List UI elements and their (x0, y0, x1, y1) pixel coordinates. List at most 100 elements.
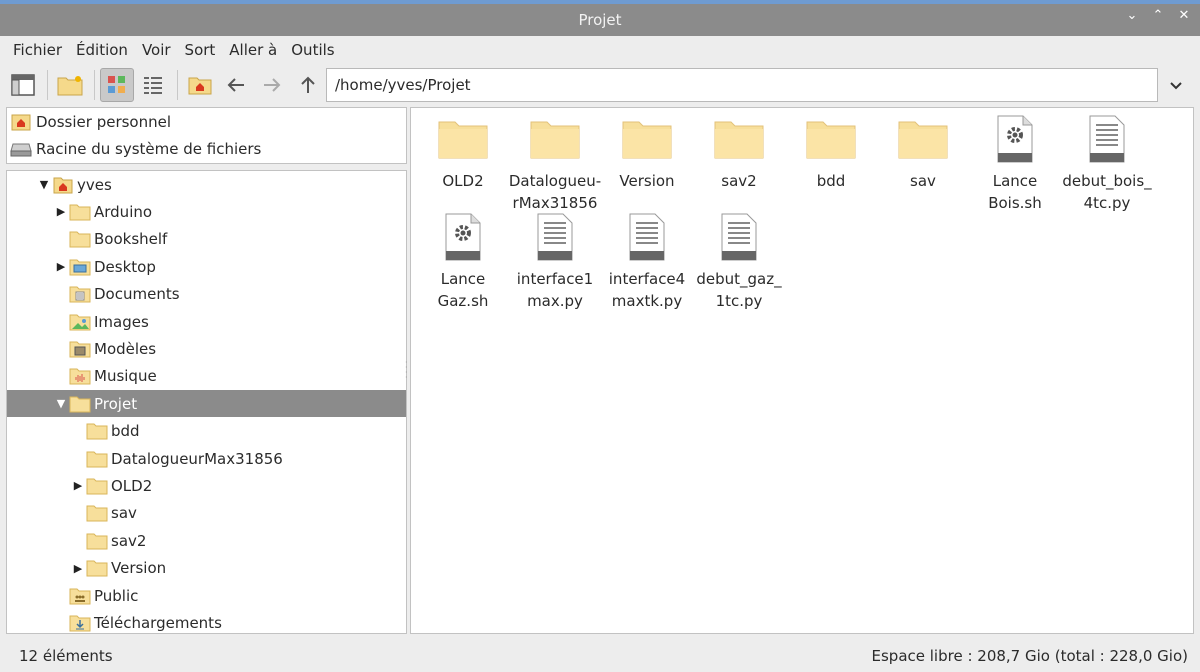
place-home[interactable]: Dossier personnel (7, 108, 406, 135)
status-bar: 12 éléments Espace libre : 208,7 Gio (to… (0, 640, 1200, 672)
new-window-button[interactable] (6, 68, 40, 102)
place-label: Dossier personnel (36, 112, 172, 131)
tree-item-public[interactable]: Public (7, 582, 406, 609)
tree-item-version[interactable]: ▶ Version (7, 555, 406, 582)
menu-sort[interactable]: Sort (178, 41, 223, 59)
arrow-left-icon (227, 78, 244, 92)
toolbar-separator (94, 70, 95, 100)
path-history-dropdown[interactable] (1162, 72, 1190, 100)
file-name: interface1 max.py (516, 270, 594, 310)
tree-item-bookshelf[interactable]: Bookshelf (7, 226, 406, 253)
tree-item-t-l-chargements[interactable]: Téléchargements (7, 609, 406, 633)
tree-item-label: sav2 (111, 531, 147, 550)
tree-item-old2[interactable]: ▶ OLD2 (7, 472, 406, 499)
window-title: Projet (578, 11, 622, 29)
chevron-down-icon (1170, 82, 1182, 90)
folder-icon (85, 476, 109, 496)
tree-item-mod-les[interactable]: Modèles (7, 335, 406, 362)
path-input[interactable]: /home/yves/Projet (326, 68, 1158, 102)
home-button[interactable] (183, 68, 217, 102)
folder-item[interactable]: bdd (785, 112, 877, 192)
tree-item-documents[interactable]: Documents (7, 281, 406, 308)
drive-icon (10, 140, 32, 158)
tree-item-label: DatalogueurMax31856 (111, 449, 283, 468)
file-item[interactable]: interface1 max.py (509, 210, 601, 312)
folder-icon (806, 112, 856, 166)
tree-item-label: Images (94, 312, 149, 331)
folder-item[interactable]: Datalogueu- rMax31856 (509, 112, 601, 214)
file-item[interactable]: Lance Bois.sh (969, 112, 1061, 214)
maximize-button[interactable]: ⌃ (1150, 8, 1166, 23)
folder-item[interactable]: Version (601, 112, 693, 192)
tree-item-arduino[interactable]: ▶ Arduino (7, 198, 406, 225)
menu-edition[interactable]: Édition (69, 41, 135, 59)
file-name: Lance Bois.sh (988, 172, 1042, 212)
tree-item-musique[interactable]: Musique (7, 363, 406, 390)
new-folder-button[interactable] (53, 68, 87, 102)
tree-item-yves[interactable]: ▼ yves (7, 171, 406, 198)
path-text[interactable]: /home/yves/Projet (335, 76, 471, 94)
text-file-icon (537, 210, 573, 264)
icon-view-button[interactable] (100, 68, 134, 102)
text-file-icon (629, 210, 665, 264)
folder-icon (714, 112, 764, 166)
folder-icon (85, 449, 109, 469)
icon-view-icon (108, 76, 125, 93)
expanded-arrow-icon[interactable]: ▼ (54, 397, 68, 410)
tree-item-label: Documents (94, 285, 180, 304)
back-button[interactable] (219, 68, 253, 102)
menu-outils[interactable]: Outils (284, 41, 341, 59)
tree-item-sav[interactable]: sav (7, 500, 406, 527)
tree-item-projet[interactable]: ▼ Projet (7, 390, 406, 418)
home-icon (51, 175, 75, 195)
folder-icon (85, 558, 109, 578)
file-name: debut_gaz_ 1tc.py (696, 270, 782, 310)
folder-item[interactable]: sav2 (693, 112, 785, 192)
file-item[interactable]: Lance Gaz.sh (417, 210, 509, 312)
collapsed-arrow-icon[interactable]: ▶ (71, 479, 85, 492)
tree-item-label: Version (111, 559, 167, 578)
folder-icon (622, 112, 672, 166)
arrow-up-icon (301, 76, 315, 93)
file-item[interactable]: interface4 maxtk.py (601, 210, 693, 312)
list-view-icon (144, 77, 162, 94)
tree-item-bdd[interactable]: bdd (7, 418, 406, 445)
tree-item-label: Modèles (94, 339, 157, 358)
expanded-arrow-icon[interactable]: ▼ (37, 178, 51, 191)
list-view-button[interactable] (136, 68, 170, 102)
folder-item[interactable]: sav (877, 112, 969, 192)
place-root[interactable]: Racine du système de fichiers (7, 135, 406, 162)
file-view: OLD2 Datalogueu- rMax31856 Version sav2 bdd s… (410, 107, 1194, 634)
tree-item-desktop[interactable]: ▶ Desktop (7, 253, 406, 280)
tree-item-label: sav (111, 504, 137, 523)
text-file-icon (1089, 112, 1125, 166)
collapsed-arrow-icon[interactable]: ▶ (54, 205, 68, 218)
tree-item-label: OLD2 (111, 476, 153, 495)
text-file-icon (721, 210, 757, 264)
toolbar-separator (47, 70, 48, 100)
tree-item-label: Téléchargements (94, 613, 222, 632)
tree-item-sav2[interactable]: sav2 (7, 527, 406, 554)
folder-item[interactable]: OLD2 (417, 112, 509, 192)
documents-icon (68, 284, 92, 304)
tree-item-datalogueurmax31856[interactable]: DatalogueurMax31856 (7, 445, 406, 472)
forward-button[interactable] (255, 68, 289, 102)
file-item[interactable]: debut_gaz_ 1tc.py (693, 210, 785, 312)
folder-icon (68, 202, 92, 222)
title-bar[interactable]: Projet ⌄ ⌃ ✕ (0, 0, 1200, 36)
directory-tree: ▼ yves ▶ Arduino Bookshelf ▶ Desktop Documents I… (6, 170, 407, 634)
close-button[interactable]: ✕ (1176, 8, 1192, 23)
minimize-button[interactable]: ⌄ (1124, 8, 1140, 23)
collapsed-arrow-icon[interactable]: ▶ (71, 562, 85, 575)
file-name: debut_bois_ 4tc.py (1062, 172, 1152, 212)
menu-fichier[interactable]: Fichier (6, 41, 69, 59)
file-item[interactable]: debut_bois_ 4tc.py (1061, 112, 1153, 214)
folder-icon (85, 421, 109, 441)
new-folder-icon (57, 76, 83, 96)
folder-icon (85, 503, 109, 523)
menu-aller[interactable]: Aller à (222, 41, 284, 59)
up-button[interactable] (291, 68, 325, 102)
collapsed-arrow-icon[interactable]: ▶ (54, 260, 68, 273)
tree-item-images[interactable]: Images (7, 308, 406, 335)
menu-voir[interactable]: Voir (135, 41, 178, 59)
